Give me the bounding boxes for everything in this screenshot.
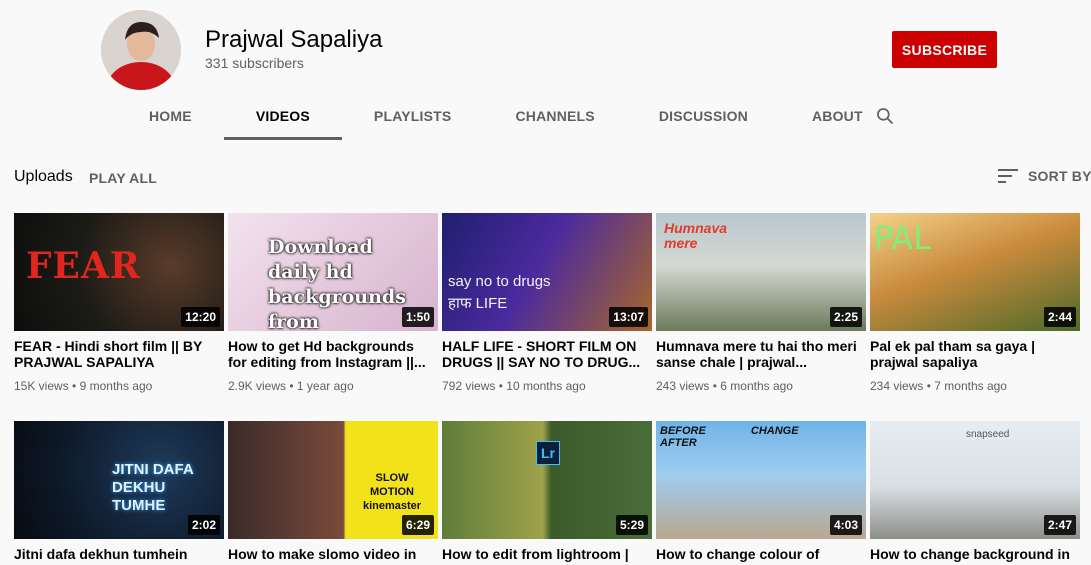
video-meta: 243 views • 6 months ago: [656, 379, 793, 393]
video-thumbnail[interactable]: say no to drugs हाफ LIFE 13:07: [442, 213, 652, 331]
thumbnail-text: JITNI DAFA DEKHU TUMHE: [112, 461, 194, 514]
video-duration: 4:03: [829, 515, 862, 535]
video-thumbnail[interactable]: BEFORE CHANGE AFTER 4:03: [656, 421, 866, 539]
video-title[interactable]: HALF LIFE - SHORT FILM ON DRUGS || SAY N…: [442, 338, 647, 370]
channel-avatar[interactable]: [101, 10, 181, 90]
video-thumbnail[interactable]: Download daily hd backgrounds from Insta…: [228, 213, 438, 331]
video-title[interactable]: Pal ek pal tham sa gaya | prajwal sapali…: [870, 338, 1075, 370]
video-thumbnail[interactable]: PAL 2:44: [870, 213, 1080, 331]
video-duration: 2:47: [1043, 515, 1076, 535]
video-meta: 792 views • 10 months ago: [442, 379, 586, 393]
video-thumbnail[interactable]: snapseed 2:47: [870, 421, 1080, 539]
video-meta: 15K views • 9 months ago: [14, 379, 153, 393]
thumbnail-text: Lr: [536, 441, 560, 465]
thumbnail-text: Download daily hd backgrounds from Insta…: [268, 236, 406, 331]
thumbnail-text: say no to drugs हाफ LIFE: [448, 273, 551, 312]
uploads-title: Uploads: [14, 168, 73, 185]
thumbnail-text: FEAR: [26, 245, 141, 287]
thumbnail-text: BEFORE CHANGE AFTER: [660, 425, 799, 449]
sort-by-label: SORT BY: [1028, 168, 1091, 184]
sort-by-button[interactable]: SORT BY: [998, 166, 1091, 186]
video-duration: 12:20: [181, 307, 220, 327]
channel-tabs: HOME VIDEOS PLAYLISTS CHANNELS DISCUSSIO…: [117, 92, 895, 140]
video-thumbnail[interactable]: SLOW MOTION kinemaster 6:29: [228, 421, 438, 539]
video-duration: 1:50: [401, 307, 434, 327]
tab-discussion[interactable]: DISCUSSION: [627, 92, 780, 140]
channel-header: Prajwal Sapaliya 331 subscribers SUBSCRI…: [0, 0, 1091, 141]
video-title[interactable]: How to change background in: [870, 546, 1075, 562]
thumbnail-text: Humnava mere: [664, 220, 728, 251]
video-duration: 2:25: [829, 307, 862, 327]
uploads-bar: Uploads PLAY ALL SORT BY: [0, 141, 1091, 211]
video-title[interactable]: FEAR - Hindi short film || BY PRAJWAL SA…: [14, 338, 219, 370]
search-icon[interactable]: [875, 106, 895, 126]
video-duration: 2:02: [187, 515, 220, 535]
video-duration: 2:44: [1043, 307, 1076, 327]
video-duration: 13:07: [609, 307, 648, 327]
play-all-button[interactable]: PLAY ALL: [89, 170, 157, 186]
video-title[interactable]: Jitni dafa dekhun tumhein: [14, 546, 219, 562]
video-duration: 6:29: [401, 515, 434, 535]
video-title[interactable]: How to make slomo video in: [228, 546, 433, 562]
video-thumbnail[interactable]: Lr 5:29: [442, 421, 652, 539]
video-title[interactable]: How to get Hd backgrounds for editing fr…: [228, 338, 433, 370]
tab-videos[interactable]: VIDEOS: [223, 92, 343, 140]
video-title[interactable]: How to change colour of: [656, 546, 861, 562]
video-thumbnail[interactable]: JITNI DAFA DEKHU TUMHE 2:02: [14, 421, 224, 539]
video-meta: 234 views • 7 months ago: [870, 379, 1007, 393]
thumbnail-text: SLOW MOTION kinemaster: [362, 472, 422, 512]
video-meta: 2.9K views • 1 year ago: [228, 379, 354, 393]
subscriber-count: 331 subscribers: [205, 55, 304, 71]
video-thumbnail[interactable]: FEAR 12:20: [14, 213, 224, 331]
thumbnail-text: snapseed: [966, 429, 1010, 440]
video-thumbnail[interactable]: Humnava mere 2:25: [656, 213, 866, 331]
subscribe-button[interactable]: SUBSCRIBE: [892, 31, 997, 68]
thumbnail-text: PAL: [874, 219, 931, 257]
tab-playlists[interactable]: PLAYLISTS: [342, 92, 484, 140]
video-title[interactable]: How to edit from lightroom |: [442, 546, 647, 562]
video-duration: 5:29: [615, 515, 648, 535]
video-title[interactable]: Humnava mere tu hai tho meri sanse chale…: [656, 338, 861, 370]
sort-icon: [998, 169, 1018, 183]
tab-channels[interactable]: CHANNELS: [483, 92, 626, 140]
channel-name: Prajwal Sapaliya: [205, 26, 383, 53]
tab-home[interactable]: HOME: [117, 92, 224, 140]
